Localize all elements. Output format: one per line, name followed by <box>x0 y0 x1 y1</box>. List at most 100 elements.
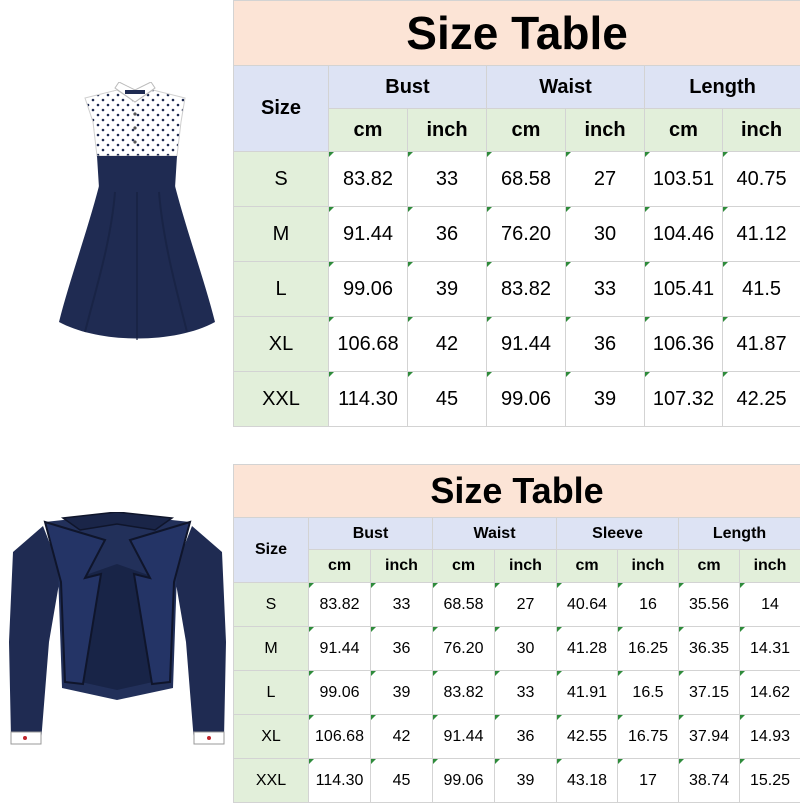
unit-header: inch <box>371 550 433 583</box>
value-cell: 41.5 <box>723 262 800 317</box>
value-cell: 43.18 <box>557 759 618 803</box>
value-cell: 33 <box>371 583 433 627</box>
length-header: Length <box>679 518 800 550</box>
value-cell: 91.44 <box>309 627 371 671</box>
size-cell: M <box>234 627 309 671</box>
table-row: M 91.44 36 76.20 30 104.46 41.12 <box>234 207 800 262</box>
value-cell: 91.44 <box>329 207 408 262</box>
size-cell: S <box>234 152 329 207</box>
bust-header: Bust <box>309 518 433 550</box>
table-row: M 91.44 36 76.20 30 41.28 16.25 36.35 14… <box>234 627 800 671</box>
value-cell: 103.51 <box>645 152 723 207</box>
value-cell: 41.12 <box>723 207 800 262</box>
value-cell: 42.25 <box>723 372 800 427</box>
value-cell: 33 <box>566 262 645 317</box>
value-cell: 16.25 <box>618 627 679 671</box>
value-cell: 40.75 <box>723 152 800 207</box>
value-cell: 30 <box>566 207 645 262</box>
value-cell: 37.15 <box>679 671 740 715</box>
table-title: Size Table <box>234 1 800 66</box>
sleeve-header: Sleeve <box>557 518 679 550</box>
dress-size-table: Size Table Size Bust Waist Length cm inc… <box>233 0 800 427</box>
unit-header: cm <box>309 550 371 583</box>
unit-header: cm <box>645 109 723 152</box>
table-row: S 83.82 33 68.58 27 103.51 40.75 <box>234 152 800 207</box>
table-row: S 83.82 33 68.58 27 40.64 16 35.56 14 <box>234 583 800 627</box>
table-row: XXL 114.30 45 99.06 39 43.18 17 38.74 15… <box>234 759 800 803</box>
value-cell: 114.30 <box>329 372 408 427</box>
value-cell: 114.30 <box>309 759 371 803</box>
jacket-image <box>5 512 230 762</box>
value-cell: 106.36 <box>645 317 723 372</box>
value-cell: 39 <box>495 759 557 803</box>
value-cell: 76.20 <box>433 627 495 671</box>
value-cell: 83.82 <box>433 671 495 715</box>
value-cell: 36 <box>495 715 557 759</box>
value-cell: 99.06 <box>433 759 495 803</box>
value-cell: 99.06 <box>329 262 408 317</box>
value-cell: 105.41 <box>645 262 723 317</box>
table-row: L 99.06 39 83.82 33 105.41 41.5 <box>234 262 800 317</box>
value-cell: 36 <box>408 207 487 262</box>
bust-header: Bust <box>329 66 487 109</box>
value-cell: 45 <box>408 372 487 427</box>
unit-header: cm <box>679 550 740 583</box>
value-cell: 91.44 <box>487 317 566 372</box>
unit-header: cm <box>329 109 408 152</box>
unit-header: inch <box>495 550 557 583</box>
value-cell: 33 <box>408 152 487 207</box>
value-cell: 107.32 <box>645 372 723 427</box>
unit-header: inch <box>618 550 679 583</box>
value-cell: 14.62 <box>740 671 800 715</box>
value-cell: 40.64 <box>557 583 618 627</box>
value-cell: 68.58 <box>487 152 566 207</box>
value-cell: 14.93 <box>740 715 800 759</box>
value-cell: 38.74 <box>679 759 740 803</box>
value-cell: 41.28 <box>557 627 618 671</box>
unit-header: inch <box>408 109 487 152</box>
size-cell: XL <box>234 715 309 759</box>
value-cell: 16.75 <box>618 715 679 759</box>
value-cell: 42 <box>408 317 487 372</box>
table-row: L 99.06 39 83.82 33 41.91 16.5 37.15 14.… <box>234 671 800 715</box>
value-cell: 99.06 <box>309 671 371 715</box>
value-cell: 41.91 <box>557 671 618 715</box>
size-cell: M <box>234 207 329 262</box>
value-cell: 91.44 <box>433 715 495 759</box>
unit-header: cm <box>433 550 495 583</box>
size-cell: L <box>234 262 329 317</box>
dress-image <box>55 82 220 344</box>
table-row: XXL 114.30 45 99.06 39 107.32 42.25 <box>234 372 800 427</box>
size-cell: L <box>234 671 309 715</box>
value-cell: 33 <box>495 671 557 715</box>
value-cell: 41.87 <box>723 317 800 372</box>
value-cell: 39 <box>566 372 645 427</box>
size-header: Size <box>234 518 309 583</box>
value-cell: 15.25 <box>740 759 800 803</box>
unit-header: inch <box>566 109 645 152</box>
unit-header: cm <box>557 550 618 583</box>
value-cell: 42 <box>371 715 433 759</box>
jacket-size-table: Size Table Size Bust Waist Sleeve Length… <box>233 464 800 803</box>
length-header: Length <box>645 66 800 109</box>
value-cell: 42.55 <box>557 715 618 759</box>
size-cell: XXL <box>234 372 329 427</box>
value-cell: 106.68 <box>329 317 408 372</box>
value-cell: 36 <box>371 627 433 671</box>
unit-header: cm <box>487 109 566 152</box>
value-cell: 27 <box>495 583 557 627</box>
value-cell: 37.94 <box>679 715 740 759</box>
value-cell: 106.68 <box>309 715 371 759</box>
value-cell: 14 <box>740 583 800 627</box>
value-cell: 83.82 <box>487 262 566 317</box>
value-cell: 30 <box>495 627 557 671</box>
value-cell: 36 <box>566 317 645 372</box>
size-cell: S <box>234 583 309 627</box>
value-cell: 83.82 <box>329 152 408 207</box>
table-row: XL 106.68 42 91.44 36 42.55 16.75 37.94 … <box>234 715 800 759</box>
value-cell: 76.20 <box>487 207 566 262</box>
table-title: Size Table <box>234 465 800 518</box>
waist-header: Waist <box>433 518 557 550</box>
value-cell: 16 <box>618 583 679 627</box>
value-cell: 99.06 <box>487 372 566 427</box>
